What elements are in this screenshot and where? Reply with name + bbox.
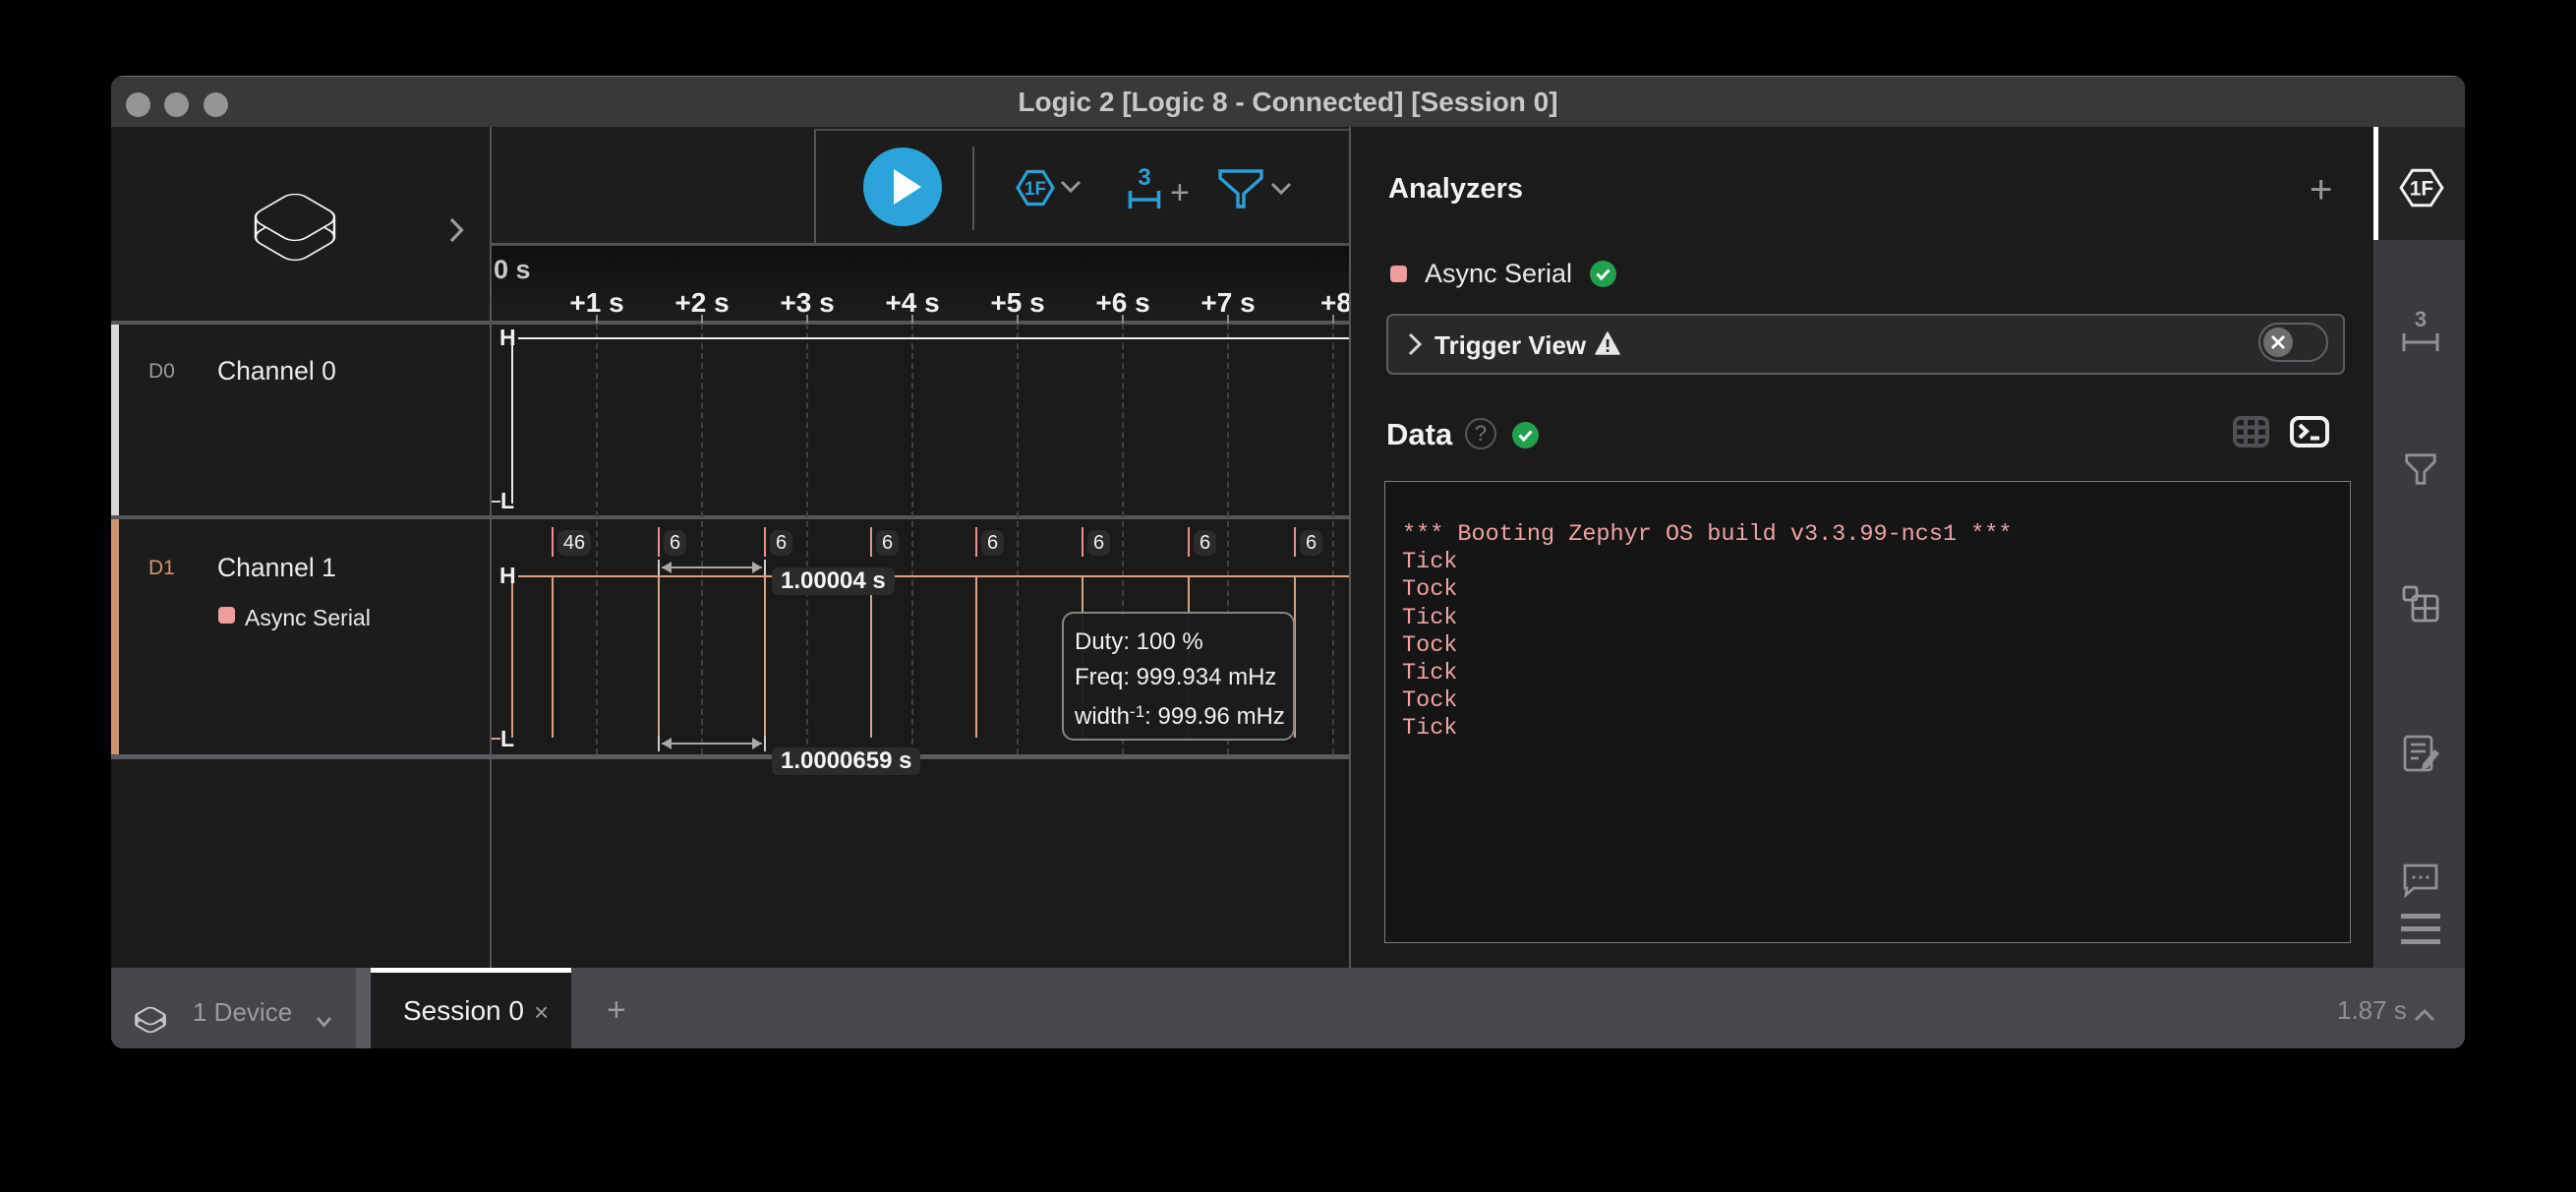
svg-text:1F: 1F <box>2410 177 2433 200</box>
svg-text:3: 3 <box>2415 310 2427 331</box>
svg-text:3: 3 <box>1138 166 1150 191</box>
svg-text:1F: 1F <box>1025 179 1046 200</box>
